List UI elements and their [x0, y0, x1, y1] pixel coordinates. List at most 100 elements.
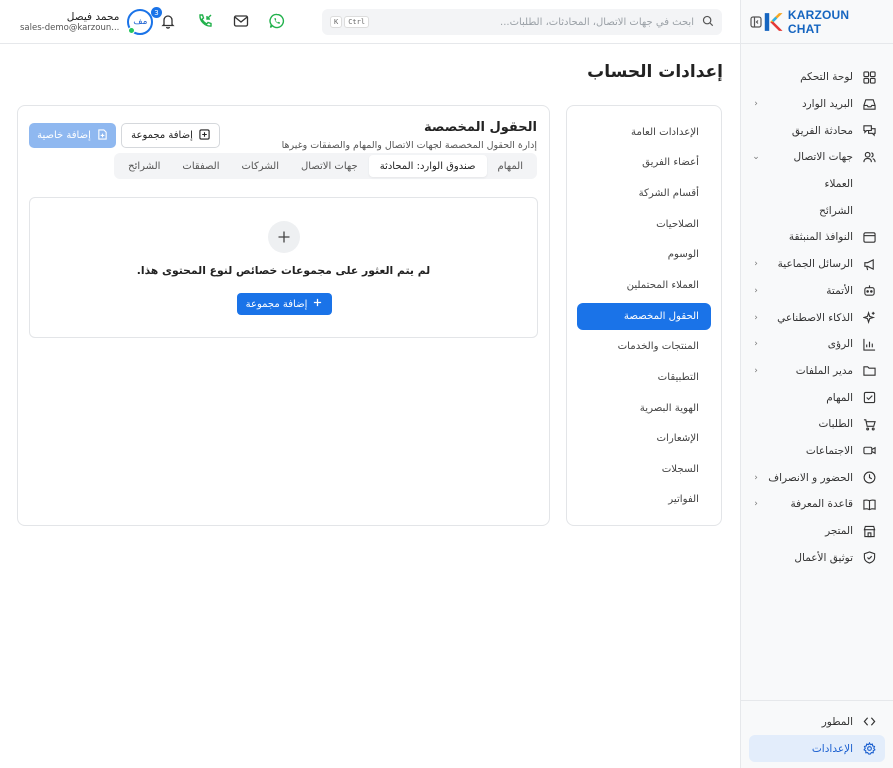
online-status-dot: [128, 27, 136, 34]
sidebar-item-label: الأتمتة: [826, 284, 853, 297]
avatar-initials: مف: [133, 17, 148, 27]
sidebar-item-label: الرؤى: [827, 338, 853, 351]
sidebar-item-store[interactable]: المتجر: [741, 518, 893, 545]
settings-nav-custom-fields[interactable]: الحقول المخصصة: [577, 302, 711, 330]
sidebar-item-attendance[interactable]: الحضور و الانصراف ‹: [741, 464, 893, 491]
settings-nav-departments[interactable]: أقسام الشركة: [567, 178, 721, 209]
chevron-down-icon: ⌄: [752, 152, 760, 163]
sidebar-collapse-icon[interactable]: [749, 15, 763, 29]
shortcut-key-ctrl: Ctrl: [344, 16, 370, 28]
gear-icon: [861, 741, 877, 757]
sidebar-subitem-customers[interactable]: العملاء: [741, 171, 893, 198]
cart-icon: [861, 416, 877, 432]
panel-description: إدارة الحقول المخصصة لجهات الاتصال والمه…: [281, 140, 537, 151]
sidebar: KARZOUN CHAT لوحة التحكم البريد الوارد ‹…: [740, 0, 893, 768]
search-input[interactable]: ابحث في جهات الاتصال، المحادثات، الطلبات…: [322, 9, 722, 35]
tab-companies[interactable]: الشركات: [231, 155, 291, 177]
users-icon: [861, 149, 877, 165]
sidebar-item-label: الطلبات: [818, 418, 853, 431]
sidebar-item-automation[interactable]: الأتمتة ‹: [741, 278, 893, 305]
plus-icon: [313, 298, 322, 310]
user-email: sales-demo@karzoun...: [20, 23, 120, 33]
sidebar-item-insights[interactable]: الرؤى ‹: [741, 331, 893, 358]
book-icon: [861, 496, 877, 512]
settings-nav-billing[interactable]: الفواتير: [567, 485, 721, 516]
empty-state-message: لم يتم العثور على مجموعات خصائص لنوع الم…: [136, 264, 431, 277]
sidebar-item-broadcasts[interactable]: الرسائل الجماعية ‹: [741, 251, 893, 278]
sidebar-item-inbox[interactable]: البريد الوارد ‹: [741, 91, 893, 118]
plus-icon: [267, 221, 300, 253]
settings-nav-notifications[interactable]: الإشعارات: [567, 423, 721, 454]
sidebar-item-label: الإعدادات: [811, 742, 853, 755]
sidebar-item-orders[interactable]: الطلبات: [741, 411, 893, 438]
sidebar-item-contacts[interactable]: جهات الاتصال ⌄: [741, 144, 893, 171]
sidebar-item-label: قاعدة المعرفة: [790, 498, 853, 511]
tab-contacts[interactable]: جهات الاتصال: [290, 155, 369, 177]
empty-add-group-label: إضافة مجموعة: [245, 298, 308, 310]
tab-deals[interactable]: الصفقات: [171, 155, 230, 177]
chevron-left-icon: ‹: [754, 472, 758, 483]
sparkle-icon: [861, 310, 877, 326]
sidebar-item-label: الرسائل الجماعية: [777, 258, 853, 271]
sidebar-item-label: المتجر: [825, 525, 853, 538]
sidebar-item-team-chat[interactable]: محادثة الفريق: [741, 117, 893, 144]
sidebar-item-business-verification[interactable]: توثيق الأعمال: [741, 544, 893, 571]
settings-nav: الإعدادات العامة أعضاء الفريق أقسام الشر…: [566, 105, 722, 526]
sidebar-item-developer[interactable]: المطور: [741, 709, 893, 736]
add-group-button[interactable]: إضافة مجموعة: [121, 123, 220, 148]
sidebar-item-meetings[interactable]: الاجتماعات: [741, 438, 893, 465]
brand[interactable]: KARZOUN CHAT: [763, 8, 883, 36]
chat-icon: [861, 123, 877, 139]
sidebar-item-label: جهات الاتصال: [793, 151, 853, 164]
add-group-label: إضافة مجموعة: [131, 130, 193, 141]
sidebar-item-label: محادثة الفريق: [791, 124, 853, 137]
sidebar-item-settings[interactable]: الإعدادات: [749, 735, 885, 762]
file-plus-icon: [97, 128, 108, 143]
avatar: مف: [127, 9, 154, 35]
settings-nav-general[interactable]: الإعدادات العامة: [567, 117, 721, 148]
whatsapp-icon[interactable]: [268, 12, 286, 30]
sidebar-item-popups[interactable]: النوافذ المنبثقة: [741, 224, 893, 251]
sidebar-subitem-segments[interactable]: الشرائح: [741, 197, 893, 224]
phone-call-icon[interactable]: [196, 12, 214, 30]
clock-icon: [861, 470, 877, 486]
sidebar-item-label: مدير الملفات: [795, 364, 853, 377]
sidebar-item-ai[interactable]: الذكاء الاصطناعي ‹: [741, 304, 893, 331]
custom-fields-panel: الحقول المخصصة إدارة الحقول المخصصة لجها…: [17, 105, 550, 526]
settings-nav-tags[interactable]: الوسوم: [567, 239, 721, 270]
sidebar-nav: لوحة التحكم البريد الوارد ‹ محادثة الفري…: [741, 44, 893, 571]
settings-nav-permissions[interactable]: الصلاحيات: [567, 209, 721, 240]
sidebar-item-label: الحضور و الانصراف: [768, 471, 853, 484]
settings-nav-leads[interactable]: العملاء المحتملين: [567, 270, 721, 301]
chevron-left-icon: ‹: [754, 499, 758, 510]
sidebar-item-dashboard[interactable]: لوحة التحكم: [741, 64, 893, 91]
sidebar-item-tasks[interactable]: المهام: [741, 384, 893, 411]
empty-add-group-button[interactable]: إضافة مجموعة: [236, 293, 332, 315]
search-placeholder: ابحث في جهات الاتصال، المحادثات، الطلبات…: [500, 16, 694, 28]
empty-state: لم يتم العثور على مجموعات خصائص لنوع الم…: [29, 197, 538, 338]
chevron-left-icon: ‹: [754, 339, 758, 350]
settings-nav-branding[interactable]: الهوية البصرية: [567, 393, 721, 424]
settings-nav-apps[interactable]: التطبيقات: [567, 362, 721, 393]
sidebar-item-file-manager[interactable]: مدير الملفات ‹: [741, 358, 893, 385]
tab-tasks[interactable]: المهام: [487, 155, 534, 177]
panel-title: الحقول المخصصة: [424, 120, 537, 135]
tab-segments[interactable]: الشرائح: [117, 155, 171, 177]
bell-icon[interactable]: 3: [151, 7, 177, 30]
chevron-left-icon: ‹: [754, 99, 758, 110]
mail-icon[interactable]: [232, 12, 250, 30]
settings-nav-products[interactable]: المنتجات والخدمات: [567, 332, 721, 363]
inbox-icon: [861, 96, 877, 112]
sidebar-item-knowledge-base[interactable]: قاعدة المعرفة ‹: [741, 491, 893, 518]
sidebar-item-label: توثيق الأعمال: [794, 551, 853, 564]
user-menu[interactable]: مف محمد فيصل sales-demo@karzoun...: [20, 9, 154, 35]
chevron-left-icon: ‹: [754, 285, 758, 296]
content-type-tabs: المهام صندوق الوارد: المحادثة جهات الاتص…: [114, 153, 537, 179]
top-bar: ابحث في جهات الاتصال، المحادثات، الطلبات…: [0, 0, 740, 44]
settings-nav-team-members[interactable]: أعضاء الفريق: [567, 148, 721, 179]
plus-square-icon: [199, 128, 210, 143]
sidebar-item-label: الاجتماعات: [805, 444, 853, 457]
tab-inbox-conversation[interactable]: صندوق الوارد: المحادثة: [368, 155, 487, 177]
add-property-button[interactable]: إضافة خاصية: [29, 123, 116, 148]
settings-nav-logs[interactable]: السجلات: [567, 454, 721, 485]
